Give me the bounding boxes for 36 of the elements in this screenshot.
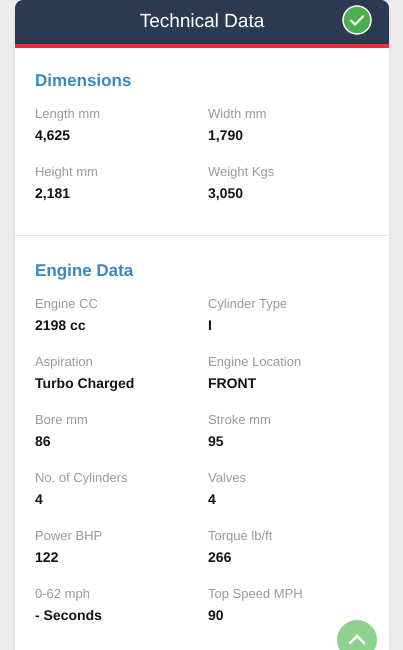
field-value: - Seconds <box>35 606 103 625</box>
field-label: 0-62 mph <box>35 585 91 603</box>
field-label: Weight Kgs <box>208 163 276 181</box>
field-label: No. of Cylinders <box>35 469 128 487</box>
field-value: FRONT <box>208 374 258 393</box>
field-label: Valves <box>208 469 248 487</box>
field-value: 4 <box>35 490 44 509</box>
field-label: Bore mm <box>35 411 89 429</box>
field-label: Length mm <box>35 105 102 123</box>
field-value: Turbo Charged <box>35 374 136 393</box>
field-label: Torque lb/ft <box>208 527 274 545</box>
header-title: Technical Data <box>140 10 264 34</box>
field-value: 90 <box>208 606 225 625</box>
check-icon[interactable] <box>342 5 372 35</box>
field-label: Engine CC <box>35 295 99 313</box>
field-label: Height mm <box>35 163 99 181</box>
field-label: Stroke mm <box>208 411 272 429</box>
field-value: 266 <box>208 548 232 567</box>
field-label: Power BHP <box>35 527 104 545</box>
field-value: 122 <box>35 548 60 567</box>
field-label: Aspiration <box>35 353 94 371</box>
field-value: I <box>208 316 213 335</box>
section-title: Engine Data <box>35 260 134 282</box>
field-value: 2198 cc <box>35 316 87 335</box>
field-value: 95 <box>208 432 225 451</box>
field-value: 3,050 <box>208 184 244 203</box>
field-value: 4 <box>208 490 217 509</box>
field-value: 2,181 <box>35 184 72 203</box>
field-value: 86 <box>35 432 52 451</box>
field-value: 1,790 <box>208 126 244 145</box>
field-label: Engine Location <box>208 353 302 371</box>
field-label: Cylinder Type <box>208 295 288 313</box>
field-label: Width mm <box>208 105 268 123</box>
section-title: Dimensions <box>35 70 132 92</box>
field-label: Top Speed MPH <box>208 585 304 603</box>
field-value: 4,625 <box>35 126 72 145</box>
